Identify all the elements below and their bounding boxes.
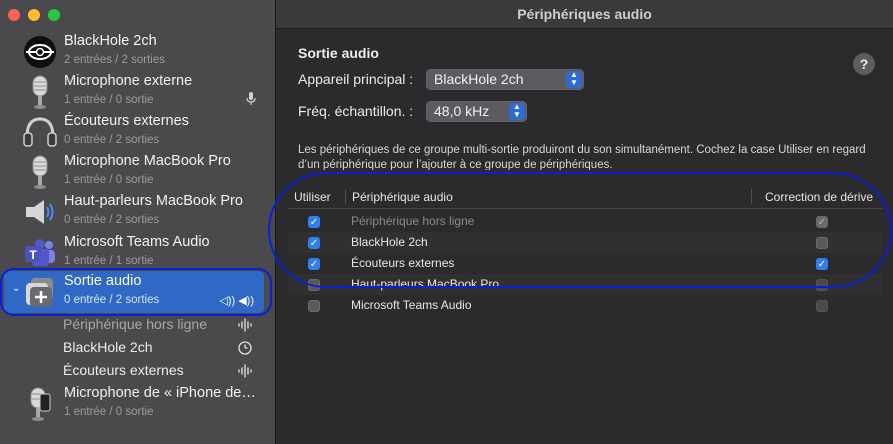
- main-panel: Périphériques audio Sortie audio ? Appar…: [276, 0, 893, 444]
- subdevice-label: Écouteurs externes: [63, 362, 184, 378]
- device-name: Écouteurs externes: [64, 113, 189, 129]
- drift-checkbox[interactable]: ✓: [816, 258, 828, 270]
- window-controls: [8, 9, 60, 21]
- blackhole-icon: [22, 34, 58, 70]
- clock-icon: [238, 341, 252, 355]
- device-cell: Périphérique hors ligne: [351, 214, 475, 228]
- sidebar: BlackHole 2ch 2 entrées / 2 sorties Micr…: [0, 0, 276, 444]
- waveform-icon: [238, 318, 252, 332]
- iphone-mic-icon: [22, 386, 58, 422]
- device-name: Haut-parleurs MacBook Pro: [64, 193, 243, 209]
- stepper-icon: ▲ ▼: [566, 71, 582, 88]
- device-cell: Haut-parleurs MacBook Pro: [351, 277, 500, 291]
- stepper-icon: ▲ ▼: [509, 103, 525, 120]
- primary-device-label: Appareil principal :: [298, 71, 414, 87]
- output-speaker-icons: ◁)) ◀)): [219, 295, 254, 307]
- sidebar-item-haut-parleurs[interactable]: Haut-parleurs MacBook Pro 0 entrée / 2 s…: [0, 191, 275, 231]
- device-io: 0 entrée / 2 sorties: [64, 134, 160, 146]
- device-cell: BlackHole 2ch: [351, 235, 428, 249]
- section-title: Sortie audio: [298, 45, 379, 61]
- device-io: 0 entrée / 2 sorties: [64, 214, 160, 226]
- drift-checkbox: [816, 279, 828, 291]
- chevron-down-icon[interactable]: ⌄: [12, 283, 20, 294]
- sidebar-item-blackhole[interactable]: BlackHole 2ch 2 entrées / 2 sorties: [0, 31, 275, 71]
- use-checkbox[interactable]: ✓: [308, 216, 320, 228]
- sidebar-item-teams-audio[interactable]: T Microsoft Teams Audio 1 entrée / 1 sor…: [0, 232, 275, 272]
- device-name: Microphone MacBook Pro: [64, 153, 231, 169]
- column-device[interactable]: Périphérique audio: [352, 190, 453, 204]
- multi-output-icon: [22, 274, 58, 310]
- teams-icon: T: [22, 235, 58, 271]
- sidebar-item-microphone-macbook[interactable]: Microphone MacBook Pro 1 entrée / 0 sort…: [0, 151, 275, 191]
- subdevice-blackhole[interactable]: BlackHole 2ch: [63, 337, 263, 359]
- microphone-icon: [22, 74, 58, 110]
- devices-table: Utiliser Périphérique audio Correction d…: [288, 186, 882, 326]
- window-title: Périphériques audio: [517, 6, 652, 22]
- device-io: 2 entrées / 2 sorties: [64, 54, 165, 66]
- drift-checkbox: ✓: [816, 216, 828, 228]
- subdevice-offline[interactable]: Périphérique hors ligne: [63, 314, 263, 336]
- sidebar-item-iphone-microphone[interactable]: Microphone de « iPhone de… 1 entrée / 0 …: [0, 383, 275, 423]
- group-description: Les périphériques de ce groupe multi-sor…: [298, 144, 866, 170]
- subdevice-label: Périphérique hors ligne: [63, 316, 207, 332]
- table-row[interactable]: ✓ Écouteurs externes ✓: [288, 253, 882, 274]
- device-io: 1 entrée / 0 sortie: [64, 406, 154, 418]
- primary-device-value: BlackHole 2ch: [434, 71, 524, 87]
- device-cell: Microsoft Teams Audio: [351, 298, 472, 312]
- sample-rate-label: Fréq. échantillon. :: [298, 103, 414, 119]
- zoom-button[interactable]: [48, 9, 60, 21]
- column-use[interactable]: Utiliser: [294, 190, 331, 204]
- column-separator: [345, 189, 346, 204]
- device-cell: Écouteurs externes: [351, 256, 455, 270]
- minimize-button[interactable]: [28, 9, 40, 21]
- sidebar-item-microphone-externe[interactable]: Microphone externe 1 entrée / 0 sortie: [0, 71, 275, 111]
- help-button[interactable]: ?: [853, 53, 875, 75]
- device-name: Sortie audio: [64, 273, 142, 289]
- primary-device-popup[interactable]: BlackHole 2ch ▲ ▼: [426, 69, 584, 90]
- device-io: 1 entrée / 0 sortie: [64, 174, 154, 186]
- drift-checkbox[interactable]: [816, 237, 828, 249]
- drift-checkbox: [816, 300, 828, 312]
- title-bar: Périphériques audio: [276, 0, 893, 29]
- table-row[interactable]: Haut-parleurs MacBook Pro: [288, 274, 882, 295]
- device-io: 1 entrée / 1 sortie: [64, 255, 154, 267]
- sidebar-item-ecouteurs-externes[interactable]: Écouteurs externes 0 entrée / 2 sorties: [0, 111, 275, 151]
- device-name: Microphone externe: [64, 73, 193, 89]
- use-checkbox[interactable]: ✓: [308, 237, 320, 249]
- use-checkbox[interactable]: [308, 279, 320, 291]
- column-separator: [751, 189, 752, 204]
- subdevice-ecouteurs[interactable]: Écouteurs externes: [63, 360, 263, 382]
- headphones-icon: [22, 114, 58, 150]
- waveform-icon: [238, 364, 252, 378]
- device-name: Microphone de « iPhone de…: [64, 385, 256, 401]
- device-io: 1 entrée / 0 sortie: [64, 94, 154, 106]
- svg-text:T: T: [29, 248, 37, 262]
- column-drift[interactable]: Correction de dérive: [765, 190, 873, 204]
- close-button[interactable]: [8, 9, 20, 21]
- microphone-icon: [22, 154, 58, 190]
- use-checkbox[interactable]: [308, 300, 320, 312]
- device-io: 0 entrée / 2 sorties: [64, 294, 160, 306]
- use-checkbox[interactable]: ✓: [308, 258, 320, 270]
- sidebar-item-sortie-audio[interactable]: ⌄ Sortie audio 0 entrée / 2 sorties ◁)) …: [4, 271, 264, 313]
- subdevice-label: BlackHole 2ch: [63, 339, 153, 355]
- table-row[interactable]: ✓ BlackHole 2ch: [288, 232, 882, 253]
- sample-rate-value: 48,0 kHz: [434, 103, 490, 119]
- speaker-icon: [22, 194, 58, 230]
- device-name: Microsoft Teams Audio: [64, 234, 210, 250]
- device-name: BlackHole 2ch: [64, 33, 157, 49]
- table-row[interactable]: Microsoft Teams Audio: [288, 295, 882, 316]
- table-header: Utiliser Périphérique audio Correction d…: [288, 186, 882, 209]
- table-row[interactable]: ✓ Périphérique hors ligne ✓: [288, 211, 882, 232]
- microphone-badge-icon: [246, 92, 256, 109]
- sample-rate-popup[interactable]: 48,0 kHz ▲ ▼: [426, 101, 527, 122]
